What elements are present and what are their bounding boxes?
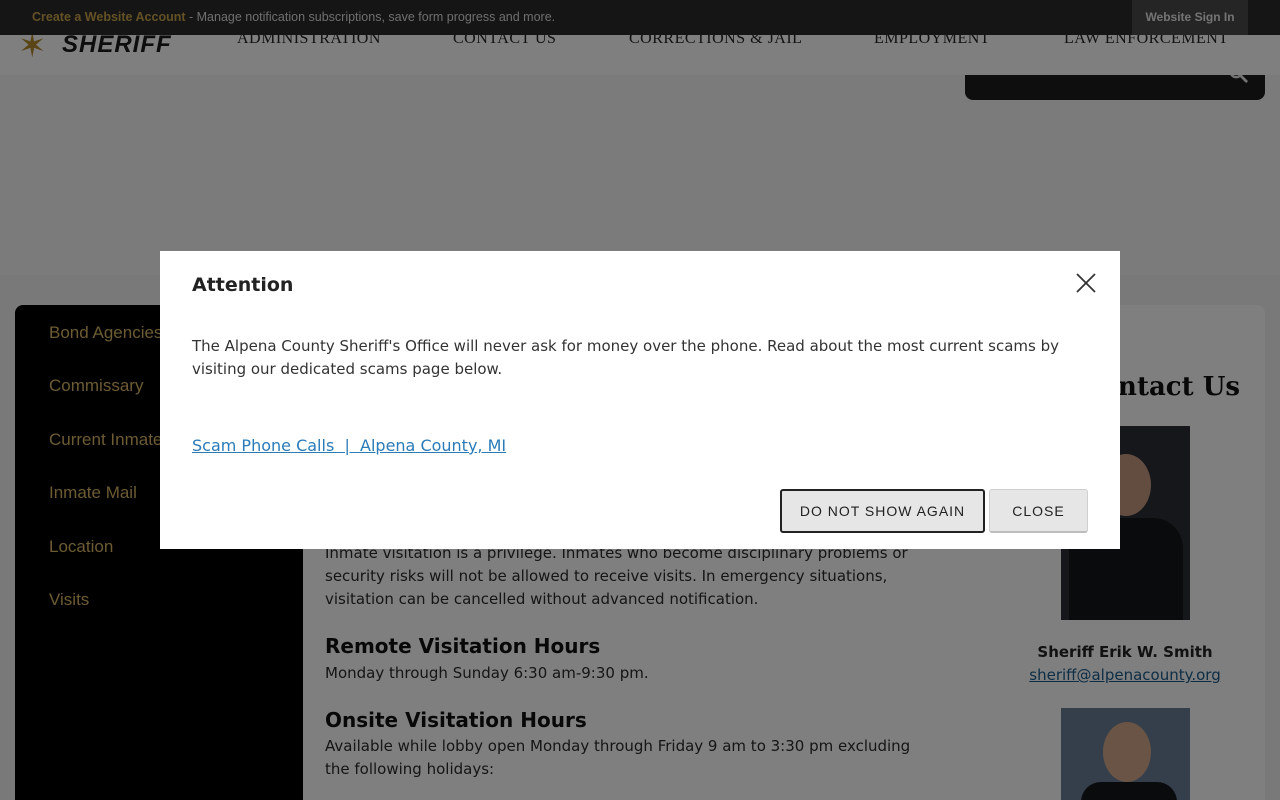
do-not-show-again-button[interactable]: DO NOT SHOW AGAIN — [780, 489, 985, 533]
close-button[interactable]: CLOSE — [989, 489, 1088, 533]
close-icon[interactable] — [1074, 271, 1098, 295]
dialog-message: The Alpena County Sheriff's Office will … — [192, 337, 1059, 378]
dialog-title: Attention — [192, 274, 294, 296]
attention-dialog: Attention The Alpena County Sheriff's Of… — [160, 251, 1120, 549]
scam-phone-calls-link[interactable]: Scam Phone Calls | Alpena County, MI — [192, 436, 506, 455]
